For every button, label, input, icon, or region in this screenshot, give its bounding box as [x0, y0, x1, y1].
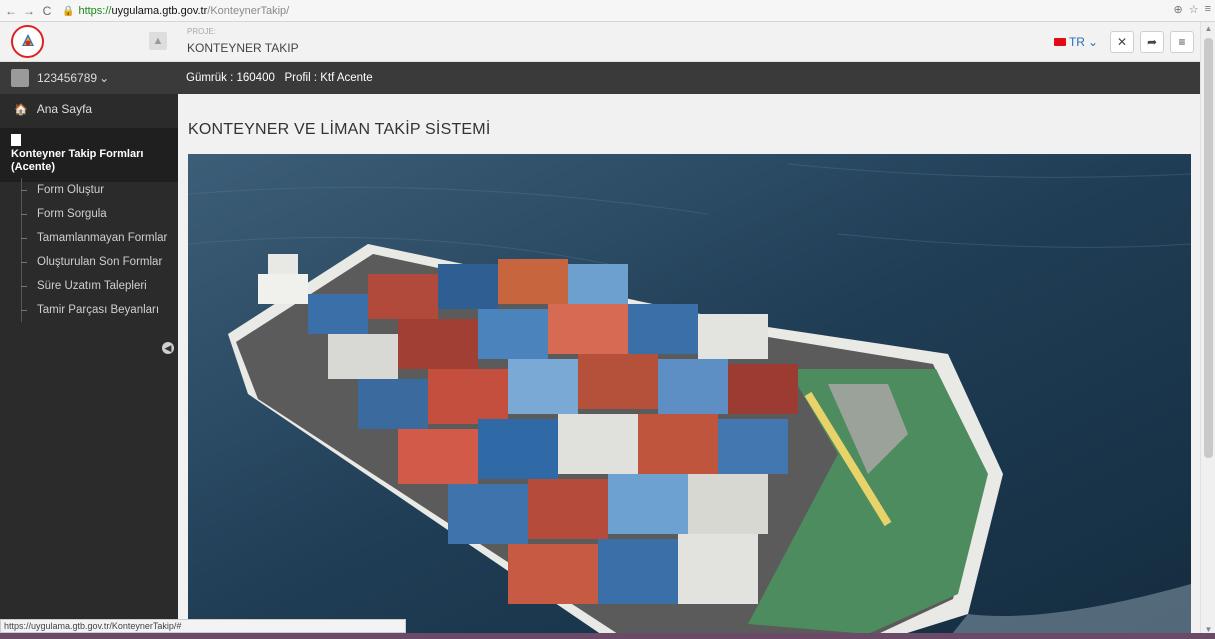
document-icon: [11, 134, 21, 146]
sidebar-item-label: Tamir Parçası Beyanları: [37, 304, 160, 316]
chevron-down-icon: ⌄: [1087, 35, 1098, 49]
submenu: Form Oluştur Form Sorgula Tamamlanmayan …: [0, 178, 178, 322]
sidebar-item-label: Form Sorgula: [37, 208, 107, 220]
logout-icon: ➦: [1146, 35, 1158, 49]
sidebar-item-tamamlanmayan-formlar[interactable]: Tamamlanmayan Formlar: [0, 226, 178, 250]
logo-mark-icon: [17, 31, 38, 52]
expand-icon: ✕: [1116, 35, 1128, 49]
info-bar: Gümrük : 160400 Profil : Ktf Acente: [178, 62, 1200, 94]
lock-icon: 🔒: [62, 5, 75, 17]
browser-menu-icon[interactable]: ≡: [1205, 3, 1211, 16]
address-bar[interactable]: 🔒 https:// uygulama.gtb.gov.tr /Konteyne…: [62, 2, 1197, 20]
sidebar-item-son-formlar[interactable]: Oluşturulan Son Formlar: [0, 250, 178, 274]
url-path: /KonteynerTakip/: [207, 5, 290, 17]
status-url: https://uygulama.gtb.gov.tr/KonteynerTak…: [0, 619, 406, 633]
sidebar-item-form-sorgula[interactable]: Form Sorgula: [0, 202, 178, 226]
menu-button[interactable]: ≡: [1170, 31, 1194, 53]
page-scrollbar[interactable]: ▲ ▼: [1200, 22, 1215, 639]
url-scheme: https://: [78, 5, 112, 17]
sidebar-item-form-olustur[interactable]: Form Oluştur: [0, 178, 178, 202]
sidebar-item-sure-uzatim[interactable]: Süre Uzatım Talepleri: [0, 274, 178, 298]
chevron-down-icon: ⌄: [99, 71, 110, 85]
browser-toolbar: ← → C 🔒 https:// uygulama.gtb.gov.tr /Ko…: [0, 0, 1215, 22]
sidebar-item-label: Tamamlanmayan Formlar: [37, 232, 168, 244]
sidebar-item-label: Ana Sayfa: [36, 102, 93, 116]
sidebar: 123456789 ⌄ 🏠 Ana Sayfa Konteyner Takip …: [0, 62, 178, 639]
sidebar-item-tamir-parcasi[interactable]: Tamir Parçası Beyanları: [0, 298, 178, 322]
collapse-sidebar-button[interactable]: ◀: [162, 342, 174, 354]
scroll-up-icon[interactable]: ▲: [1204, 24, 1213, 34]
project-name: KONTEYNER TAKIP: [187, 41, 299, 55]
back-icon[interactable]: ←: [4, 3, 18, 19]
logout-button[interactable]: ➦: [1140, 31, 1164, 53]
hero-image: [188, 154, 1191, 639]
zoom-icon[interactable]: ⊕: [1173, 3, 1182, 16]
sidebar-item-label: Süre Uzatım Talepleri: [37, 280, 147, 292]
sidebar-item-label: Form Oluştur: [37, 184, 105, 196]
hamburger-icon: ≡: [1178, 35, 1186, 49]
user-menu[interactable]: 123456789 ⌄: [0, 62, 178, 94]
fullscreen-button[interactable]: ✕: [1110, 31, 1134, 53]
arrow-left-icon: ◀: [164, 342, 172, 353]
forward-icon[interactable]: →: [22, 3, 36, 19]
reload-icon[interactable]: C: [40, 3, 54, 19]
page-title: KONTEYNER VE LİMAN TAKİP SİSTEMİ: [188, 121, 491, 138]
project-label: PROJE:: [187, 27, 216, 36]
home-icon: 🏠: [14, 103, 28, 116]
sidebar-item-label: Oluşturulan Son Formlar: [37, 256, 163, 268]
sidebar-item-home[interactable]: 🏠 Ana Sayfa: [0, 94, 178, 124]
container-ship-image: [188, 154, 1191, 639]
avatar: [11, 69, 29, 87]
language-selector[interactable]: TR ⌄: [1053, 35, 1098, 49]
user-icon[interactable]: ▲: [149, 32, 167, 50]
main-content: KONTEYNER VE LİMAN TAKİP SİSTEMİ: [178, 94, 1200, 639]
sidebar-group-label: Konteyner Takip Formları (Acente): [11, 148, 144, 173]
os-taskbar: [0, 633, 1215, 639]
bookmark-star-icon[interactable]: ☆: [1189, 3, 1199, 16]
username: 123456789: [37, 71, 98, 85]
customs-profile-info: Gümrük : 160400 Profil : Ktf Acente: [186, 72, 373, 84]
url-host: uygulama.gtb.gov.tr: [111, 5, 208, 17]
sidebar-group-header[interactable]: Konteyner Takip Formları (Acente): [0, 128, 178, 182]
language-label: TR: [1068, 35, 1085, 49]
turkey-flag-icon: [1053, 38, 1066, 46]
logo[interactable]: [11, 25, 44, 58]
scroll-thumb[interactable]: [1204, 38, 1213, 458]
app-header: ▲ PROJE: KONTEYNER TAKIP TR ⌄ ✕ ➦ ≡: [0, 22, 1200, 62]
